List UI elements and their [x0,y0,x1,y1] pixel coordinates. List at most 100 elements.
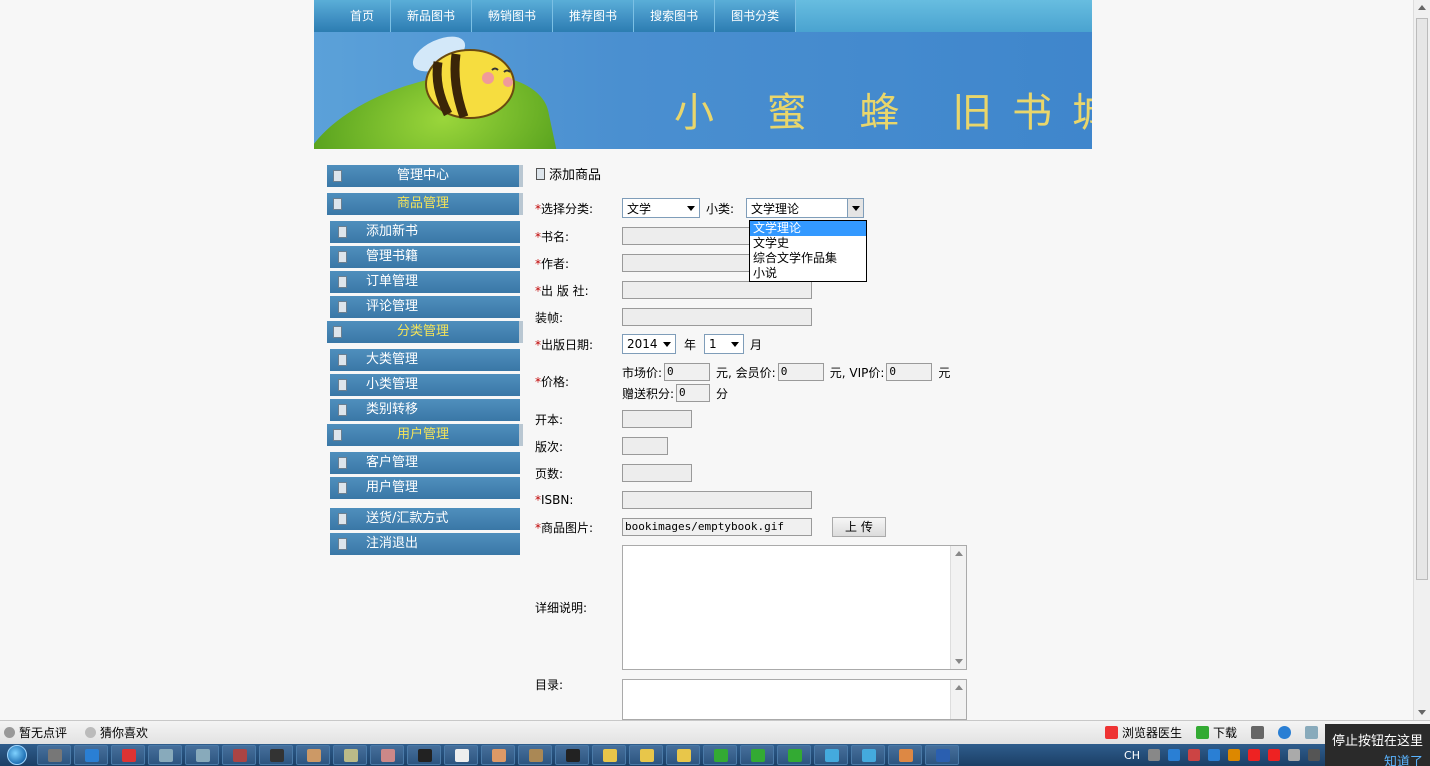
tray-icon[interactable] [1188,749,1200,761]
taskbar-app-icon[interactable] [703,745,737,765]
format-input[interactable] [622,410,692,428]
sidebar-item-user-1[interactable]: 用户管理 [330,477,520,499]
taskbar-app-icon[interactable] [777,745,811,765]
taskbar-app-icon[interactable] [518,745,552,765]
nav-item-5[interactable]: 图书分类 [715,0,797,32]
sidebar-item-goods-0[interactable]: 添加新书 [330,221,520,243]
sidebar-item-goods-1[interactable]: 管理书籍 [330,246,520,268]
edition-input[interactable] [622,437,668,455]
subcategory-option[interactable]: 文学理论 [750,221,866,236]
guess-like-item[interactable]: 猜你喜欢 [85,724,148,741]
tray-icon[interactable] [1248,749,1260,761]
taskbar-app-icon[interactable] [74,745,108,765]
taskbar-app-icon[interactable] [481,745,515,765]
sidebar-head-user[interactable]: 用户管理 [327,424,523,446]
sidebar-head-admin[interactable]: 管理中心 [327,165,523,187]
points-input[interactable]: 0 [676,384,711,402]
taskbar-app-icon[interactable] [666,745,700,765]
taskbar-app-icon[interactable] [185,745,219,765]
toc-textarea[interactable] [622,679,967,720]
upload-button[interactable]: 上 传 [832,517,886,537]
category-select[interactable]: 文学 [622,198,700,218]
nav-item-2[interactable]: 畅销图书 [472,0,554,32]
window-icon[interactable] [1305,726,1318,739]
taskbar-app-icon[interactable] [555,745,589,765]
pages-input[interactable] [622,464,692,482]
binding-input[interactable] [622,308,812,326]
isbn-input[interactable] [622,491,812,509]
taskbar-app-icon[interactable] [851,745,885,765]
detail-textarea[interactable] [622,545,967,670]
taskbar-app-icon[interactable] [259,745,293,765]
taskbar-app-icon[interactable] [407,745,441,765]
taskbar-app-icon[interactable] [814,745,848,765]
taskbar-app-icon[interactable] [888,745,922,765]
taskbar-app-icon[interactable] [296,745,330,765]
plugin-icon[interactable] [1251,726,1264,739]
scroll-down-icon[interactable] [1418,710,1426,715]
tray-icon[interactable] [1208,749,1220,761]
taskbar-app-icon[interactable] [37,745,71,765]
toc-scrollbar[interactable] [950,680,966,719]
subcategory-select[interactable]: 文学理论 [746,198,865,218]
category-row: *选择分类: 文学 小类: 文学理论 [535,198,865,218]
tray-icon[interactable] [1288,749,1300,761]
taskbar-app-icon[interactable] [444,745,478,765]
member-price-input[interactable]: 0 [777,363,824,381]
year-select[interactable]: 2014 [622,334,676,354]
subcategory-option[interactable]: 综合文学作品集 [750,251,866,266]
page-scrollbar[interactable] [1413,0,1430,720]
download-item[interactable]: 下载 [1195,724,1237,741]
month-select[interactable]: 1 [704,334,745,354]
sidebar-head-category[interactable]: 分类管理 [327,321,523,343]
nav-item-0[interactable]: 首页 [334,0,392,32]
sidebar-item-extra-1[interactable]: 注消退出 [330,533,520,555]
sidebar-item-category-1[interactable]: 小类管理 [330,374,520,396]
subcategory-option[interactable]: 文学史 [750,236,866,251]
sidebar-item-category-2[interactable]: 类别转移 [330,399,520,421]
pages-label: 页数: [535,466,564,481]
nav-item-4[interactable]: 搜索图书 [634,0,716,32]
nav-item-3[interactable]: 推荐图书 [553,0,635,32]
scroll-up-icon[interactable] [1418,5,1426,10]
subcategory-option[interactable]: 小说 [750,266,866,281]
tray-icon[interactable] [1308,749,1320,761]
tray-icon[interactable] [1148,749,1160,761]
detail-scrollbar[interactable] [950,546,966,669]
app-glyph-icon [85,749,99,762]
site-banner: 小 蜜 蜂 旧书城 [314,32,1092,149]
tray-icon[interactable] [1228,749,1240,761]
sidebar-head-goods[interactable]: 商品管理 [327,193,523,215]
sidebar-item-goods-2[interactable]: 订单管理 [330,271,520,293]
notice-dismiss-link[interactable]: 知道了 [1332,751,1430,766]
sidebar-item-extra-0[interactable]: 送货/汇款方式 [330,508,520,530]
taskbar-app-icon[interactable] [148,745,182,765]
taskbar-app-icon[interactable] [222,745,256,765]
language-indicator[interactable]: CH [1124,749,1140,762]
market-price-input[interactable]: 0 [664,363,711,381]
dropdown-arrow-icon[interactable] [847,199,864,217]
tray-icon[interactable] [1168,749,1180,761]
sidebar-item-goods-3[interactable]: 评论管理 [330,296,520,318]
nav-filler [796,0,1092,32]
taskbar-app-icon[interactable] [333,745,367,765]
no-review-item[interactable]: 暂无点评 [4,724,67,741]
browser-doctor-item[interactable]: 浏览器医生 [1104,724,1182,741]
ie-icon[interactable] [1278,726,1291,739]
image-path-input[interactable]: bookimages/emptybook.gif [622,518,812,536]
nav-item-1[interactable]: 新品图书 [391,0,473,32]
taskbar-app-icon[interactable] [740,745,774,765]
sidebar-item-category-0[interactable]: 大类管理 [330,349,520,371]
taskbar-app-icon[interactable] [370,745,404,765]
taskbar-app-icon[interactable] [925,745,959,765]
sidebar-item-user-0[interactable]: 客户管理 [330,452,520,474]
start-button[interactable] [0,744,34,766]
publisher-input[interactable] [622,281,812,299]
app-glyph-icon [825,749,839,762]
taskbar-app-icon[interactable] [629,745,663,765]
tray-icon[interactable] [1268,749,1280,761]
taskbar-app-icon[interactable] [111,745,145,765]
vip-price-input[interactable]: 0 [886,363,933,381]
scrollbar-thumb[interactable] [1416,18,1428,580]
taskbar-app-icon[interactable] [592,745,626,765]
